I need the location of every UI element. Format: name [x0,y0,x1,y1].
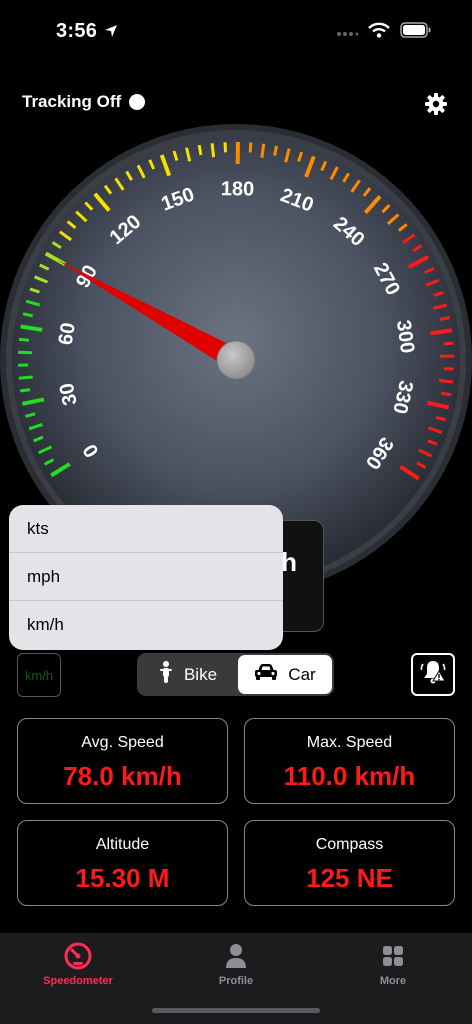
gauge-tick [18,375,33,380]
segment-bike-label: Bike [183,664,218,684]
max-speed-label: Max. Speed [306,734,393,751]
tab-more-label: More [379,975,407,987]
unit-option-kts[interactable]: kts [9,505,283,553]
altitude-card: Altitude 15.30 M [17,820,228,906]
unit-menu: kts mph km/h [9,505,283,650]
car-icon [254,663,278,686]
compass-value: 125 NE [306,863,393,893]
compass-label: Compass [315,836,384,853]
battery-icon [400,22,432,43]
bell-alert-icon [418,657,448,692]
signal-dots-icon [336,24,359,42]
gauge-tick [248,142,253,153]
gauge-tick [19,388,31,393]
avg-speed-card: Avg. Speed 78.0 km/h [17,718,228,804]
tracking-status[interactable]: Tracking Off [22,92,146,112]
speed-alert-button[interactable] [411,653,455,696]
speedometer-icon [18,941,138,971]
home-indicator [152,1008,320,1013]
speed-unit-text: h [281,547,297,577]
gauge-tick [22,312,34,318]
segment-car-label: Car [288,664,316,684]
tab-bar: Speedometer Profile More [0,933,472,1024]
tab-profile[interactable]: Profile [176,941,296,987]
location-arrow-icon [104,24,118,43]
compass-card: Compass 125 NE [244,820,455,906]
tab-speedometer-label: Speedometer [43,975,113,987]
gauge-tick [443,341,454,346]
gauge-tick [18,337,30,342]
gauge-tick [18,350,33,355]
gauge-label: 30 [56,381,82,407]
gauge-label: 300 [392,319,418,355]
tracking-label: Tracking Off [22,92,122,111]
segment-car[interactable]: Car [238,655,332,694]
segment-bike[interactable]: Bike [139,655,236,694]
altitude-label: Altitude [95,836,150,853]
tab-profile-label: Profile [218,975,254,987]
unit-toggle-label: km/h [24,667,54,683]
person-icon [176,941,296,971]
avg-speed-label: Avg. Speed [81,734,164,751]
gauge-tick [441,391,452,397]
vehicle-mode-segment: Bike Car [137,653,334,696]
unit-option-mph[interactable]: mph [9,553,283,601]
altitude-value: 15.30 M [75,863,170,893]
tab-speedometer[interactable]: Speedometer [18,941,138,987]
tracking-indicator [129,94,146,110]
gauge-tick [439,316,451,321]
gear-icon [424,93,448,120]
status-icons [336,22,432,43]
max-speed-value: 110.0 km/h [283,761,416,791]
tab-more[interactable]: More [333,941,453,987]
settings-button[interactable] [424,92,448,116]
gauge-label: 180 [221,178,255,200]
gauge-tick [260,143,266,158]
scooter-icon [158,660,174,689]
gauge-tick [210,143,216,158]
max-speed-card: Max. Speed 110.0 km/h [244,718,455,804]
gauge-label: 60 [55,321,80,346]
unit-option-kmh[interactable]: km/h [9,601,283,649]
gauge-tick [273,145,278,156]
grid-icon [333,941,453,971]
gauge-tick [197,144,203,156]
status-time: 3:56 [56,20,98,42]
gauge-tick [223,142,227,153]
avg-speed-value: 78.0 km/h [63,761,182,791]
needle-hub [216,340,256,380]
gauge-tick [438,379,454,384]
unit-toggle-button[interactable]: km/h [17,653,61,697]
wifi-icon [368,22,390,43]
status-bar: 3:56 [0,0,472,60]
